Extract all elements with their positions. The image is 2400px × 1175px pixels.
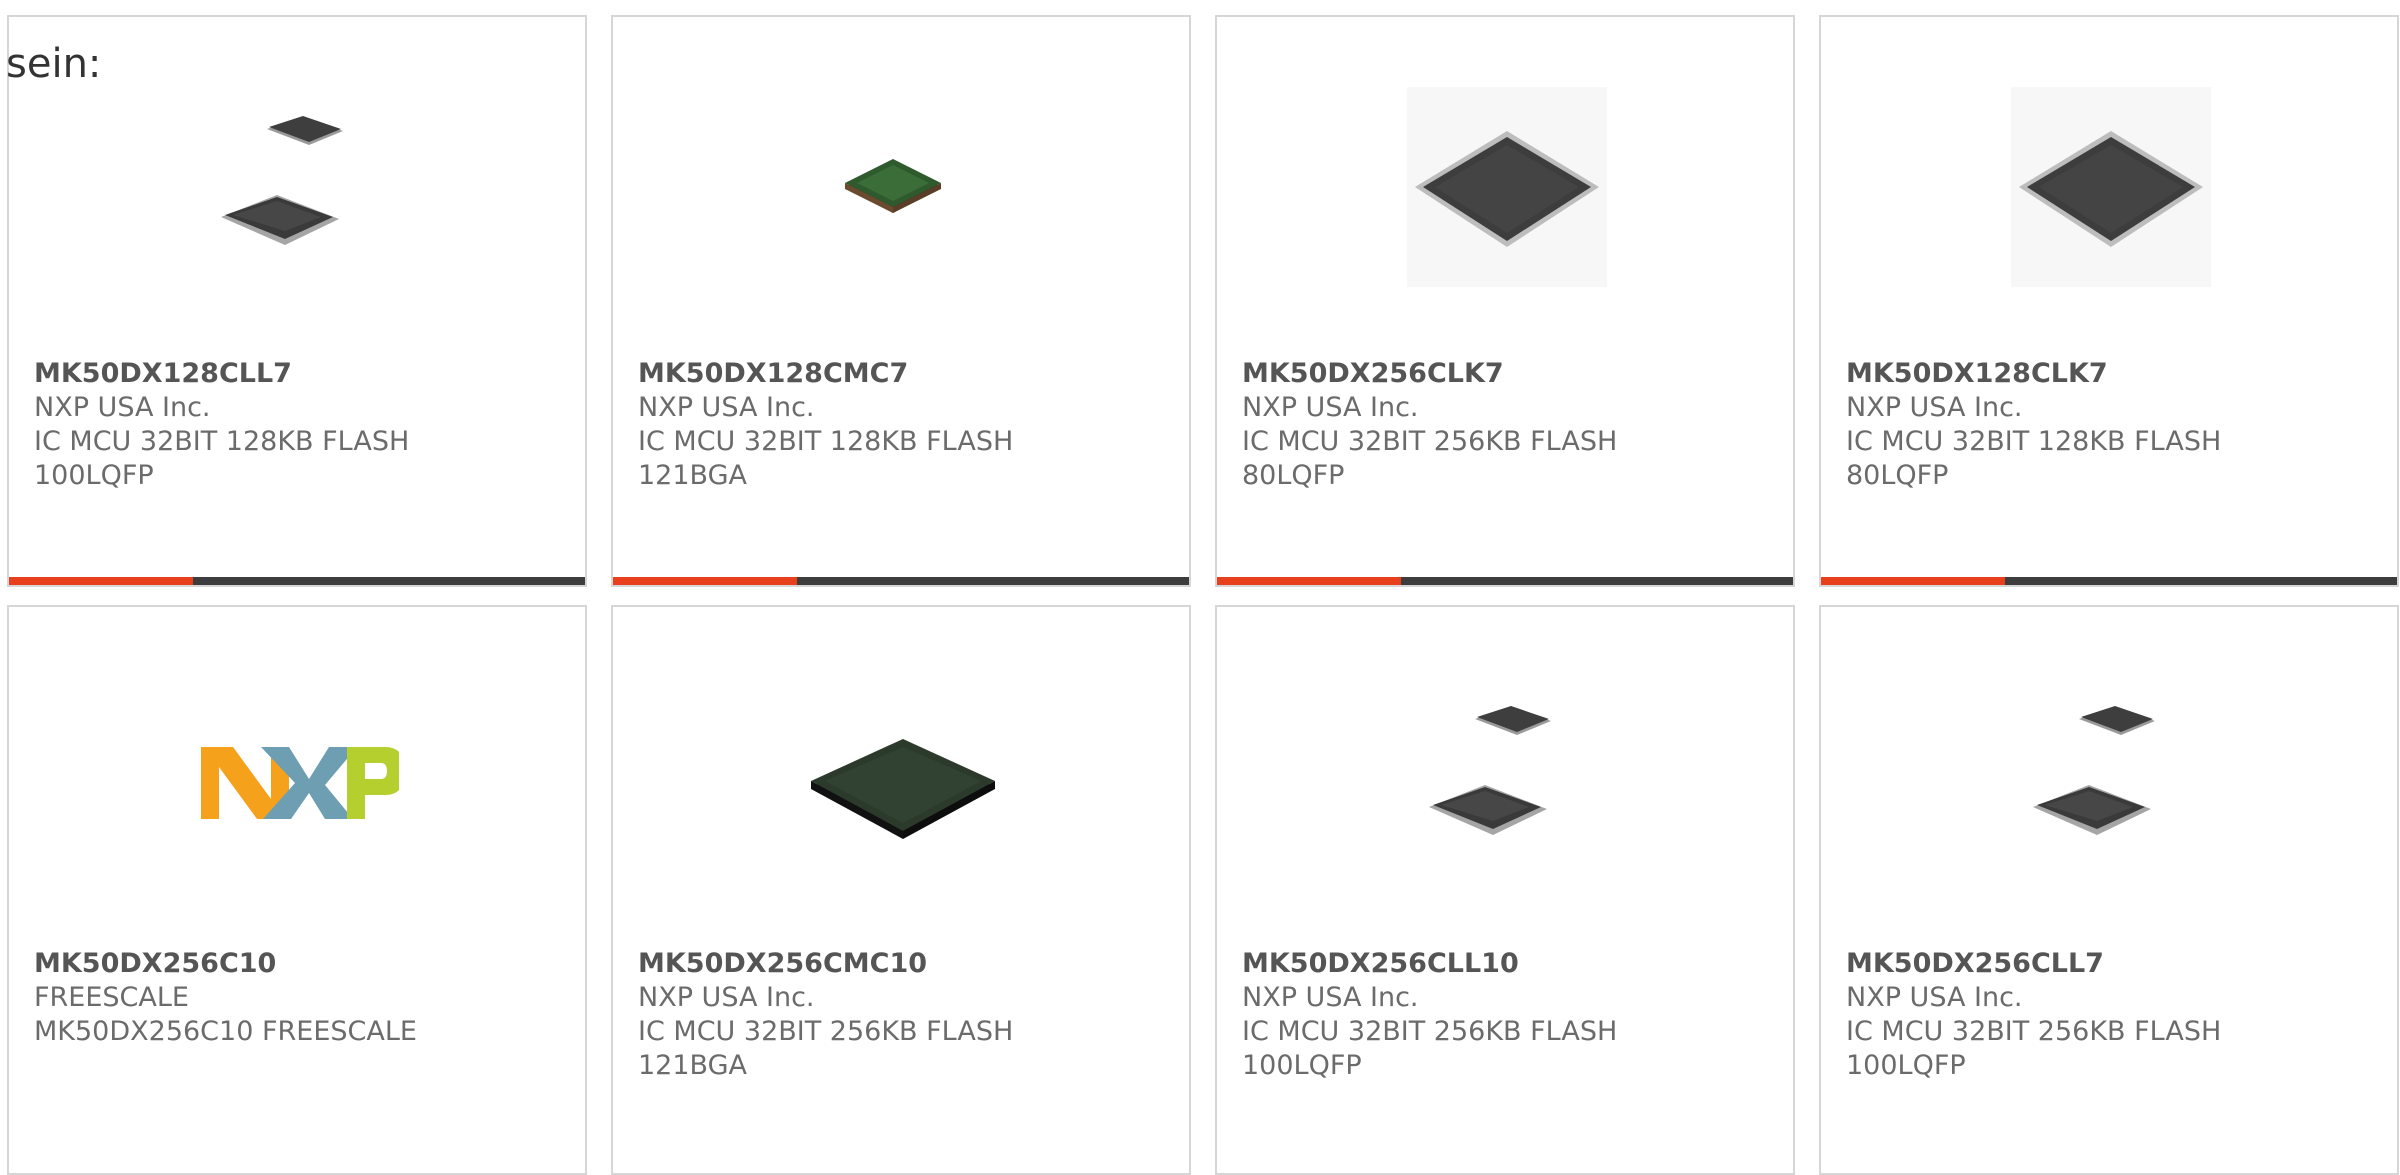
dual-lqfp-chip-image[interactable] [2011,677,2211,877]
part-number-link[interactable]: MK50DX128CMC7 [638,357,1179,391]
package: 121BGA [638,460,747,491]
manufacturer: NXP USA Inc. [34,392,211,423]
package: 121BGA [638,1050,747,1081]
progress-fill [613,577,798,585]
package: 100LQFP [1846,1050,1966,1081]
progress-bar [1821,577,2397,585]
small-bga-chip-image[interactable] [803,87,1003,287]
dual-lqfp-chip-image[interactable] [199,87,399,287]
part-number-link[interactable]: MK50DX256CLL10 [1242,947,1783,981]
progress-bar [613,577,1189,585]
qfp-chip-image[interactable] [2011,87,2211,287]
product-card[interactable]: MK50DX256CLK7 NXP USA Inc. IC MCU 32BIT … [1215,15,1795,587]
product-card[interactable]: MK50DX256C10 FREESCALE MK50DX256C10 FREE… [7,605,587,1175]
package: 100LQFP [34,460,154,491]
manufacturer: NXP USA Inc. [1242,392,1419,423]
manufacturer: NXP USA Inc. [638,982,815,1013]
progress-bar [9,577,585,585]
product-card[interactable]: MK50DX256CMC10 NXP USA Inc. IC MCU 32BIT… [611,605,1191,1175]
product-card[interactable]: MK50DX256CLL10 NXP USA Inc. IC MCU 32BIT… [1215,605,1795,1175]
qfp-chip-image[interactable] [1407,87,1607,287]
manufacturer: NXP USA Inc. [1242,982,1419,1013]
manufacturer: NXP USA Inc. [1846,982,2023,1013]
description: IC MCU 32BIT 128KB FLASH [34,426,410,457]
description: IC MCU 32BIT 256KB FLASH [638,1016,1014,1047]
description: MK50DX256C10 FREESCALE [34,1016,417,1047]
package: 100LQFP [1242,1050,1362,1081]
package: 80LQFP [1242,460,1345,491]
nxp-logo-image[interactable] [199,677,399,877]
progress-bar [1217,577,1793,585]
description: IC MCU 32BIT 256KB FLASH [1242,1016,1618,1047]
product-card[interactable]: MK50DX128CMC7 NXP USA Inc. IC MCU 32BIT … [611,15,1191,587]
manufacturer: NXP USA Inc. [1846,392,2023,423]
part-number-link[interactable]: MK50DX256C10 [34,947,575,981]
large-bga-chip-image[interactable] [803,677,1003,877]
description: IC MCU 32BIT 256KB FLASH [1242,426,1618,457]
product-card[interactable]: MK50DX128CLK7 NXP USA Inc. IC MCU 32BIT … [1819,15,2399,587]
part-number-link[interactable]: MK50DX256CMC10 [638,947,1179,981]
part-number-link[interactable]: MK50DX256CLL7 [1846,947,2387,981]
description: IC MCU 32BIT 128KB FLASH [638,426,1014,457]
part-number-link[interactable]: MK50DX256CLK7 [1242,357,1783,391]
part-number-link[interactable]: MK50DX128CLK7 [1846,357,2387,391]
product-card[interactable]: MK50DX256CLL7 NXP USA Inc. IC MCU 32BIT … [1819,605,2399,1175]
progress-fill [9,577,194,585]
package: 80LQFP [1846,460,1949,491]
intro-text: sein: [6,41,102,87]
progress-fill [1217,577,1402,585]
part-number-link[interactable]: MK50DX128CLL7 [34,357,575,391]
progress-fill [1821,577,2006,585]
product-card[interactable]: MK50DX128CLL7 NXP USA Inc. IC MCU 32BIT … [7,15,587,587]
description: IC MCU 32BIT 256KB FLASH [1846,1016,2222,1047]
dual-lqfp-chip-image[interactable] [1407,677,1607,877]
description: IC MCU 32BIT 128KB FLASH [1846,426,2222,457]
manufacturer: FREESCALE [34,982,189,1013]
manufacturer: NXP USA Inc. [638,392,815,423]
